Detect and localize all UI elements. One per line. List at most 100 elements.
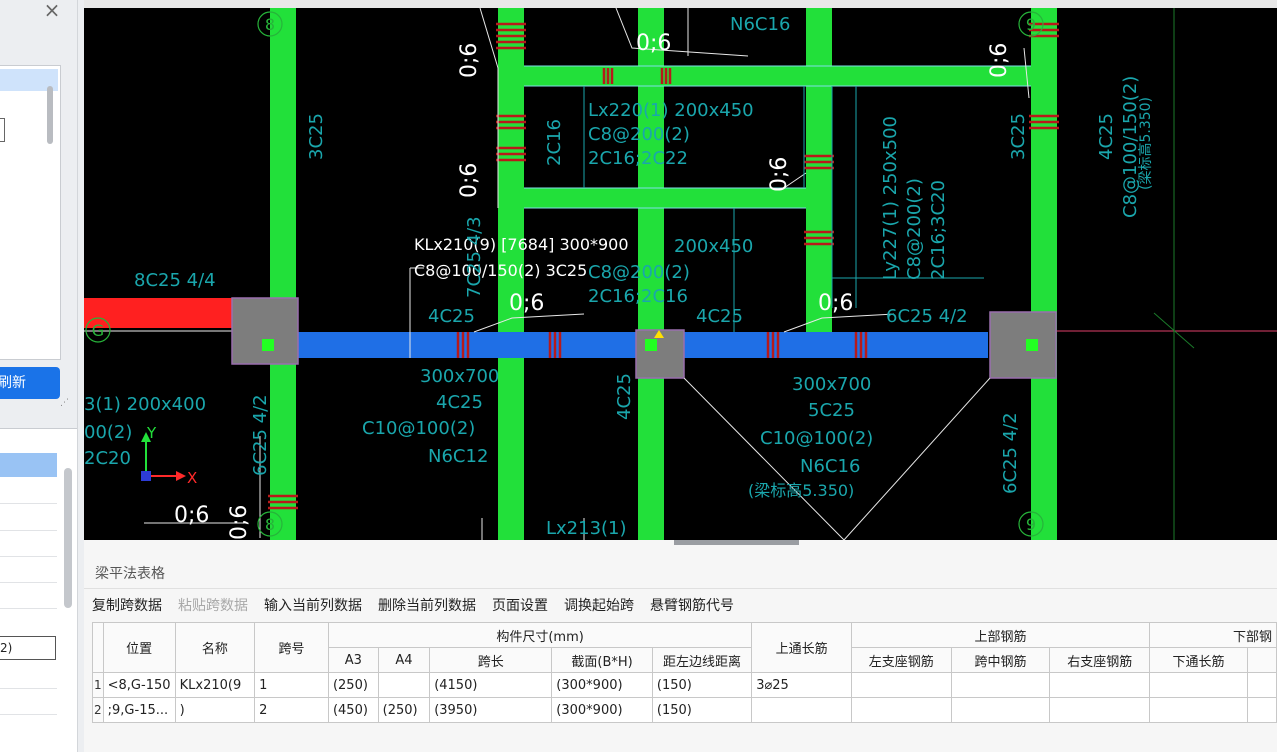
axis-label-8-bottom: 8 bbox=[265, 515, 275, 534]
header-name: 名称 bbox=[174, 622, 256, 673]
beam-horizontal-mid[interactable] bbox=[524, 188, 806, 208]
column-grip[interactable] bbox=[1026, 339, 1038, 351]
anno-text: Lx220(1) 200x450 bbox=[588, 100, 754, 121]
selected-component-row[interactable] bbox=[0, 453, 57, 477]
cell-midspan[interactable] bbox=[950, 697, 1051, 723]
page-setup-button[interactable]: 页面设置 bbox=[492, 595, 548, 617]
header-span-length: 跨长 bbox=[429, 647, 553, 673]
anno-text: 6C25 4/2 bbox=[1000, 412, 1021, 494]
anno-text: Lx213(1) bbox=[546, 518, 627, 539]
cell-a4[interactable] bbox=[377, 672, 431, 698]
cantilever-rebar-code-button[interactable]: 悬臂钢筋代号 bbox=[650, 595, 734, 617]
beam-lx220[interactable] bbox=[524, 66, 1031, 86]
cell-span-length[interactable]: (3950) bbox=[429, 697, 553, 723]
svg-text:X: X bbox=[187, 469, 197, 487]
beam-axis-9[interactable] bbox=[1031, 8, 1057, 540]
cell-overflow[interactable] bbox=[1247, 672, 1277, 698]
cad-drawing-canvas[interactable]: 8 9 8 9 G Y X 0;6 0;6 0;6 0;6 0;6 0;6 0;… bbox=[84, 8, 1277, 540]
cell-left-distance[interactable]: (150) bbox=[651, 697, 753, 723]
cell-right-support[interactable] bbox=[1049, 672, 1151, 698]
cell-span[interactable]: 1 bbox=[254, 672, 329, 698]
copy-span-data-button[interactable]: 复制跨数据 bbox=[92, 595, 162, 617]
anno-text: 5C25 bbox=[808, 400, 855, 421]
column-1[interactable] bbox=[231, 297, 299, 365]
beam-8c25-red[interactable] bbox=[84, 298, 234, 328]
title-divider bbox=[84, 588, 1277, 589]
cell-name[interactable]: ) bbox=[174, 697, 256, 723]
anno-text: 2C16;3C20 bbox=[928, 180, 949, 280]
component-input[interactable]: 2) bbox=[0, 636, 56, 660]
cell-name[interactable]: KLx210(9 bbox=[174, 672, 256, 698]
anno-text: 8C25 4/4 bbox=[134, 270, 216, 291]
cell-top-through[interactable] bbox=[751, 697, 853, 723]
cell-section[interactable]: (300*900) bbox=[551, 697, 653, 723]
header-left-support: 左支座钢筋 bbox=[851, 647, 952, 673]
selected-beam-rebar-label: C8@100/150(2) 3C25 bbox=[414, 261, 587, 280]
anno-text: 2C16;2C22 bbox=[588, 148, 688, 169]
swap-start-span-button[interactable]: 调换起始跨 bbox=[564, 595, 634, 617]
refresh-button[interactable]: 刷新 bbox=[0, 367, 60, 399]
anno-text: 4C25 bbox=[696, 306, 743, 327]
cell-a3[interactable]: (450) bbox=[327, 697, 379, 723]
column-grip[interactable] bbox=[262, 339, 274, 351]
cell-span[interactable]: 2 bbox=[254, 697, 329, 723]
panel-border bbox=[77, 0, 78, 752]
list-divider bbox=[0, 503, 57, 504]
property-input[interactable] bbox=[0, 118, 5, 142]
header-bottom-through: 下通长筋 bbox=[1149, 647, 1248, 673]
cell-left-distance[interactable]: (150) bbox=[651, 672, 753, 698]
splitter-handle[interactable] bbox=[674, 540, 799, 545]
panel-title: 梁平法表格 bbox=[95, 566, 165, 582]
list-divider bbox=[0, 530, 57, 531]
property-scrollbar[interactable] bbox=[47, 86, 53, 144]
axis-label-9: 9 bbox=[1026, 15, 1036, 34]
header-overflow bbox=[1247, 647, 1277, 673]
cell-bottom-through[interactable] bbox=[1149, 697, 1248, 723]
cell-bottom-through[interactable] bbox=[1149, 672, 1248, 698]
anno-text: 6C25 4/2 bbox=[886, 306, 968, 327]
list-divider bbox=[0, 556, 57, 557]
cell-position[interactable]: <8,G-150 bbox=[102, 672, 176, 698]
close-icon[interactable]: × bbox=[42, 0, 62, 22]
axis-label-8: 8 bbox=[265, 15, 275, 34]
cell-span-length[interactable]: (4150) bbox=[429, 672, 553, 698]
cell-position[interactable]: ;9,G-15... bbox=[102, 697, 176, 723]
component-scrollbar[interactable] bbox=[64, 468, 72, 608]
anno-06: 0;6 bbox=[509, 291, 544, 316]
anno-06: 0;6 bbox=[987, 43, 1012, 78]
cell-overflow[interactable] bbox=[1247, 697, 1277, 723]
beam-table[interactable]: 位置 名称 跨号 构件尺寸(mm) 上通长筋 上部钢筋 下部钢 A3 A4 跨长… bbox=[92, 622, 1277, 723]
beam-axis-8[interactable] bbox=[270, 8, 296, 540]
header-member-size: 构件尺寸(mm) bbox=[327, 622, 753, 648]
cell-right-support[interactable] bbox=[1049, 697, 1151, 723]
paste-span-data-button[interactable]: 粘贴跨数据 bbox=[178, 595, 248, 617]
cell-a4[interactable]: (250) bbox=[377, 697, 431, 723]
resize-grip-icon[interactable]: ⋰ bbox=[60, 398, 70, 410]
cell-section[interactable]: (300*900) bbox=[551, 672, 653, 698]
cell-left-support[interactable] bbox=[851, 672, 952, 698]
anno-text: 3(1) 200x400 bbox=[84, 394, 206, 415]
cell-midspan[interactable] bbox=[950, 672, 1051, 698]
anno-text: 2C16 bbox=[544, 119, 565, 166]
anno-06: 0;6 bbox=[227, 505, 252, 540]
cell-top-through[interactable]: 3⌀25 bbox=[751, 672, 853, 698]
table-row[interactable]: 2 ;9,G-15... ) 2 (450) (250) (3950) (300… bbox=[92, 697, 1277, 723]
column-grip[interactable] bbox=[645, 339, 657, 351]
anno-text: 4C25 bbox=[614, 373, 635, 420]
anno-text: C8@200(2) bbox=[588, 124, 690, 145]
header-position: 位置 bbox=[102, 622, 176, 673]
table-row[interactable]: 1 <8,G-150 KLx210(9 1 (250) (4150) (300*… bbox=[92, 672, 1277, 698]
column-3[interactable] bbox=[989, 311, 1057, 379]
anno-06: 0;6 bbox=[457, 163, 482, 198]
anno-text: 3C25 bbox=[1008, 113, 1029, 160]
anno-text: 300x700 bbox=[792, 374, 871, 395]
anno-text: C8@200(2) bbox=[588, 262, 690, 283]
cell-left-support[interactable] bbox=[851, 697, 952, 723]
cell-a3[interactable]: (250) bbox=[327, 672, 379, 698]
header-left-distance: 距左边线距离 bbox=[651, 647, 753, 673]
input-column-data-button[interactable]: 输入当前列数据 bbox=[264, 595, 362, 617]
delete-column-data-button[interactable]: 删除当前列数据 bbox=[378, 595, 476, 617]
anno-text: 200x450 bbox=[674, 236, 753, 257]
anno-text: N6C16 bbox=[730, 14, 790, 35]
anno-06: 0;6 bbox=[174, 503, 209, 528]
